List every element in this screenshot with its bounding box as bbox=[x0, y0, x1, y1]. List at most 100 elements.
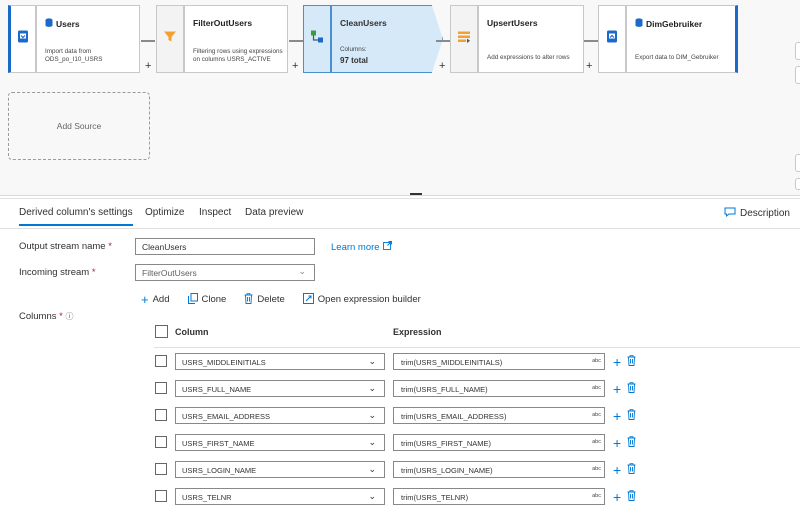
add-source-label: Add Source bbox=[56, 121, 102, 131]
expression-builder-icon bbox=[302, 292, 314, 307]
canvas-tool-tab[interactable] bbox=[795, 66, 800, 84]
column-name-value: USRS_FULL_NAME bbox=[182, 385, 252, 394]
clean-node-columns-value: 97 total bbox=[340, 56, 369, 65]
trash-icon[interactable] bbox=[627, 461, 636, 479]
alter-row-icon bbox=[457, 30, 471, 49]
upsert-node-icon-box[interactable] bbox=[450, 5, 478, 73]
row-checkbox[interactable] bbox=[155, 490, 167, 502]
add-label: Add bbox=[152, 294, 170, 305]
clone-button[interactable]: Clone bbox=[187, 292, 226, 307]
panel-splitter-handle[interactable] bbox=[410, 193, 422, 195]
trash-icon[interactable] bbox=[627, 407, 636, 425]
column-name-select[interactable]: USRS_LOGIN_NAME ⌄ bbox=[175, 461, 385, 478]
row-checkbox[interactable] bbox=[155, 409, 167, 421]
trash-icon[interactable] bbox=[627, 488, 636, 506]
upsert-node-desc: Add expressions to alter rows bbox=[487, 54, 570, 61]
add-row-icon[interactable]: + bbox=[613, 408, 621, 424]
users-node[interactable]: Users Import data from ODS_po_I10_USRS bbox=[36, 5, 140, 73]
table-row: USRS_LOGIN_NAME ⌄ trim(USRS_LOGIN_NAME) ab… bbox=[154, 461, 800, 479]
canvas-tool-tab[interactable] bbox=[795, 42, 800, 60]
add-transform-button[interactable]: + bbox=[586, 60, 592, 72]
expression-input[interactable]: trim(USRS_FIRST_NAME) abc bbox=[393, 434, 605, 451]
comment-icon bbox=[724, 207, 736, 220]
expression-input[interactable]: trim(USRS_EMAIL_ADDRESS) abc bbox=[393, 407, 605, 424]
clone-icon bbox=[187, 292, 198, 307]
column-name-select[interactable]: USRS_EMAIL_ADDRESS ⌄ bbox=[175, 407, 385, 424]
upsert-node[interactable]: UpsertUsers Add expressions to alter row… bbox=[478, 5, 584, 73]
select-all-checkbox[interactable] bbox=[155, 325, 168, 338]
columns-grid-header: Column Expression bbox=[154, 322, 800, 348]
connector-line bbox=[141, 40, 155, 42]
trash-icon bbox=[244, 292, 253, 307]
row-checkbox[interactable] bbox=[155, 463, 167, 475]
dim-node-icon-box[interactable] bbox=[598, 5, 626, 73]
canvas-tool-tab[interactable] bbox=[795, 178, 800, 190]
required-asterisk: * bbox=[91, 267, 96, 278]
tab-inspect[interactable]: Inspect bbox=[199, 207, 231, 218]
delete-label: Delete bbox=[257, 294, 285, 305]
tab-data-preview[interactable]: Data preview bbox=[245, 207, 303, 218]
incoming-stream-select[interactable]: FilterOutUsers ⌄ bbox=[135, 264, 315, 281]
dim-node[interactable]: DimGebruiker Export data to DIM_Gebruike… bbox=[626, 5, 738, 73]
add-transform-button[interactable]: + bbox=[145, 60, 151, 72]
table-row: USRS_FULL_NAME ⌄ trim(USRS_FULL_NAME) abc … bbox=[154, 380, 800, 398]
canvas-tool-tab[interactable] bbox=[795, 154, 800, 172]
add-source-button[interactable]: Add Source bbox=[8, 92, 150, 160]
chevron-down-icon: ⌄ bbox=[368, 437, 376, 447]
plus-icon: + bbox=[141, 292, 149, 307]
expression-input[interactable]: trim(USRS_TELNR) abc bbox=[393, 488, 605, 505]
description-button[interactable]: Description bbox=[724, 207, 790, 220]
expression-input[interactable]: trim(USRS_LOGIN_NAME) abc bbox=[393, 461, 605, 478]
add-transform-button[interactable]: + bbox=[439, 60, 445, 72]
row-checkbox[interactable] bbox=[155, 382, 167, 394]
database-icon bbox=[635, 18, 643, 29]
expression-value: trim(USRS_TELNR) bbox=[401, 493, 469, 502]
row-checkbox[interactable] bbox=[155, 355, 167, 367]
add-row-icon[interactable]: + bbox=[613, 435, 621, 451]
column-name-select[interactable]: USRS_FULL_NAME ⌄ bbox=[175, 380, 385, 397]
filter-node-icon-box[interactable] bbox=[156, 5, 184, 73]
delete-button[interactable]: Delete bbox=[244, 292, 285, 307]
trash-icon[interactable] bbox=[627, 434, 636, 452]
users-node-icon-box[interactable] bbox=[8, 5, 36, 73]
column-name-select[interactable]: USRS_MIDDLEINITIALS ⌄ bbox=[175, 353, 385, 370]
add-column-button[interactable]: + Add bbox=[141, 292, 170, 307]
tab-optimize[interactable]: Optimize bbox=[145, 207, 184, 218]
clean-node[interactable]: CleanUsers Columns: 97 total bbox=[331, 5, 443, 73]
open-expression-builder-button[interactable]: Open expression builder bbox=[302, 292, 421, 307]
row-checkbox[interactable] bbox=[155, 436, 167, 448]
table-row: USRS_EMAIL_ADDRESS ⌄ trim(USRS_EMAIL_ADDR… bbox=[154, 407, 800, 425]
info-icon[interactable]: ⓘ bbox=[65, 312, 73, 321]
filter-node[interactable]: FilterOutUsers Filtering rows using expr… bbox=[184, 5, 288, 73]
learn-more-link[interactable]: Learn more bbox=[331, 241, 392, 253]
trash-icon[interactable] bbox=[627, 380, 636, 398]
add-row-icon[interactable]: + bbox=[613, 489, 621, 505]
chevron-down-icon: ⌄ bbox=[368, 491, 376, 501]
column-name-value: USRS_TELNR bbox=[182, 493, 232, 502]
table-row: USRS_TELNR ⌄ trim(USRS_TELNR) abc + bbox=[154, 488, 800, 506]
column-name-value: USRS_EMAIL_ADDRESS bbox=[182, 412, 270, 421]
column-name-select[interactable]: USRS_TELNR ⌄ bbox=[175, 488, 385, 505]
abc-type-icon: abc bbox=[592, 385, 601, 391]
abc-type-icon: abc bbox=[592, 358, 601, 364]
clean-node-title: CleanUsers bbox=[340, 18, 387, 28]
add-row-icon[interactable]: + bbox=[613, 462, 621, 478]
database-icon bbox=[45, 18, 53, 29]
column-name-select[interactable]: USRS_FIRST_NAME ⌄ bbox=[175, 434, 385, 451]
upsert-node-title: UpsertUsers bbox=[487, 18, 538, 28]
connector-line bbox=[289, 40, 303, 42]
output-stream-name-input[interactable]: CleanUsers bbox=[135, 238, 315, 255]
expression-input[interactable]: trim(USRS_FULL_NAME) abc bbox=[393, 380, 605, 397]
tab-derived-column-settings[interactable]: Derived column's settings bbox=[19, 207, 133, 226]
trash-icon[interactable] bbox=[627, 353, 636, 371]
add-row-icon[interactable]: + bbox=[613, 354, 621, 370]
expression-input[interactable]: trim(USRS_MIDDLEINITIALS) abc bbox=[393, 353, 605, 370]
clean-node-icon-box[interactable] bbox=[303, 5, 331, 73]
users-node-desc: Import data from ODS_po_I10_USRS bbox=[45, 48, 103, 63]
add-transform-button[interactable]: + bbox=[292, 60, 298, 72]
table-row: USRS_FIRST_NAME ⌄ trim(USRS_FIRST_NAME) ab… bbox=[154, 434, 800, 452]
open-builder-label: Open expression builder bbox=[317, 294, 421, 305]
expression-value: trim(USRS_LOGIN_NAME) bbox=[401, 466, 493, 475]
add-row-icon[interactable]: + bbox=[613, 381, 621, 397]
data-flow-canvas[interactable]: Users Import data from ODS_po_I10_USRS +… bbox=[0, 0, 800, 196]
